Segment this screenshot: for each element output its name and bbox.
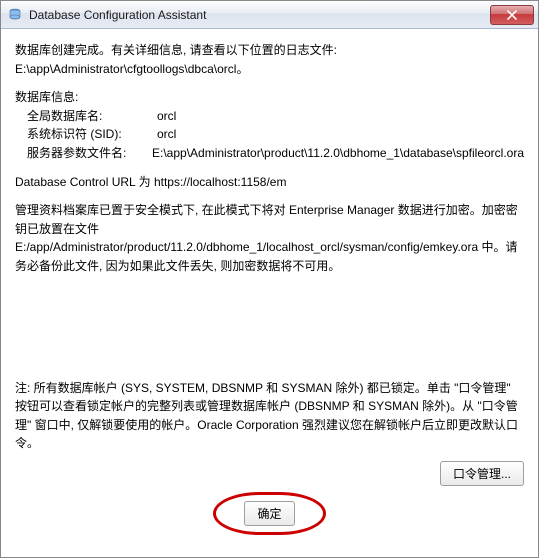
close-button[interactable] xyxy=(490,5,534,25)
app-icon xyxy=(7,7,23,23)
spfile-value: E:\app\Administrator\product\11.2.0\dbho… xyxy=(152,144,524,163)
password-management-button[interactable]: 口令管理... xyxy=(440,461,524,486)
dialog-content: 数据库创建完成。有关详细信息, 请查看以下位置的日志文件: E:\app\Adm… xyxy=(1,29,538,557)
footer: 确定 xyxy=(15,486,524,549)
completion-text: 数据库创建完成。有关详细信息, 请查看以下位置的日志文件: xyxy=(15,41,524,60)
ok-highlight-ellipse: 确定 xyxy=(213,492,325,535)
ok-button[interactable]: 确定 xyxy=(244,501,294,526)
accounts-note: 注: 所有数据库帐户 (SYS, SYSTEM, DBSNMP 和 SYSMAN… xyxy=(15,379,524,453)
dialog-window: Database Configuration Assistant 数据库创建完成… xyxy=(0,0,539,558)
spfile-label: 服务器参数文件名: xyxy=(27,144,152,163)
titlebar: Database Configuration Assistant xyxy=(1,1,538,29)
global-db-name-label: 全局数据库名: xyxy=(27,107,157,126)
em-security-note: 管理资料档案库已置于安全模式下, 在此模式下将对 Enterprise Mana… xyxy=(15,201,524,275)
row-sid: 系统标识符 (SID): orcl xyxy=(27,125,524,144)
close-icon xyxy=(507,10,517,20)
sid-label: 系统标识符 (SID): xyxy=(27,125,157,144)
global-db-name-value: orcl xyxy=(157,107,176,126)
row-global-db-name: 全局数据库名: orcl xyxy=(27,107,524,126)
db-control-url: Database Control URL 为 https://localhost… xyxy=(15,173,524,192)
db-info-heading: 数据库信息: xyxy=(15,88,524,107)
row-spfile: 服务器参数文件名: E:\app\Administrator\product\1… xyxy=(27,144,524,163)
window-title: Database Configuration Assistant xyxy=(29,8,490,22)
log-path: E:\app\Administrator\cfgtoollogs\dbca\or… xyxy=(15,60,524,79)
button-row-password: 口令管理... xyxy=(15,461,524,486)
sid-value: orcl xyxy=(157,125,176,144)
